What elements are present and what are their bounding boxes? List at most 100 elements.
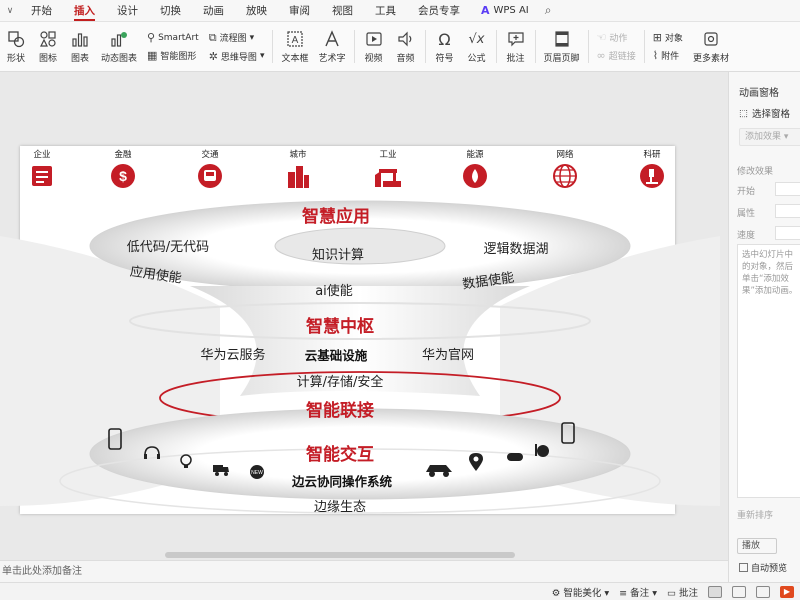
select-pane-label: 选择窗格 [751,109,790,120]
slide-canvas[interactable]: 企业 金融 $ 交通 城市 工业 能源 网络 科研 智慧应用 低代码/无代码 知… [0,72,728,560]
autopreview-checkbox[interactable]: 自动预览 [739,561,787,574]
notes-icon: ≡ [619,587,628,599]
chart-button[interactable]: 图表 [64,22,96,71]
audio-button[interactable]: 音频 [390,22,422,71]
tab-transition[interactable]: 切换 [149,0,192,22]
tab-design[interactable]: 设计 [106,0,149,22]
chevron-down-icon: ▾ [652,587,657,599]
tab-tools[interactable]: 工具 [364,0,407,22]
category-traffic: 交通 [197,148,223,189]
mindmap-button[interactable]: ✲ 思维导图 ▾ [209,50,265,63]
smartart-icon: ⚲ [147,31,156,44]
smartart-button[interactable]: ⚲ SmartArt [147,31,199,44]
chevron-down-icon[interactable]: ∨ [0,6,20,16]
mindmap-icon: ✲ [208,49,218,63]
smart-shape-button[interactable]: ▦ 智能图形 [147,49,199,62]
animation-hint: 选中幻灯片中的对象，然后单击“添加效果”添加动画。 [742,250,798,296]
action-button[interactable]: ☜ 动作 [597,31,636,44]
category-energy: 能源 [462,148,488,189]
header-footer-button[interactable]: 页眉页脚 [539,22,585,71]
wps-ai-button[interactable]: A WPS AI [471,4,539,17]
huawei-cloud-service-label: 华为云服务 [200,348,266,363]
symbol-label: 符号 [435,54,454,64]
attachment-label: 附件 [661,52,680,62]
category-city: 城市 [285,148,311,189]
slide[interactable]: 企业 金融 $ 交通 城市 工业 能源 网络 科研 智慧应用 低代码/无代码 知… [0,146,720,515]
flowchart-button[interactable]: ⧉ 流程图 ▾ [209,31,265,45]
tab-view[interactable]: 视图 [321,0,364,22]
formula-button[interactable]: √x 公式 [461,22,493,71]
search-icon[interactable]: ⌕ [539,3,558,18]
comment-toggle-button[interactable]: ▭ 批注 [667,585,698,599]
tab-home[interactable]: 开始 [20,0,63,22]
beautify-icon: ⚙ [551,587,561,599]
tab-slideshow[interactable]: 放映 [235,0,278,22]
horizontal-scrollbar[interactable] [165,552,515,558]
data-lake-label: 逻辑数据湖 [483,242,549,257]
ribbon-divider [272,30,274,63]
icon-button[interactable]: 图标 [32,22,64,71]
beautify-button[interactable]: ⚙ 智能美化 ▾ [552,585,609,599]
normal-view-icon[interactable] [708,585,722,598]
finance-icon: $ [111,164,135,188]
tab-member[interactable]: 会员专享 [407,0,471,22]
animation-list[interactable]: 选中幻灯片中的对象，然后单击“添加效果”添加动画。 [737,244,800,498]
video-button[interactable]: 视频 [358,22,390,71]
object-button[interactable]: ⊞ 对象 [653,31,683,44]
video-icon [363,29,385,49]
ribbon-divider [353,30,355,63]
select-pane-button[interactable]: ⬚ 选择窗格 [739,106,790,121]
symbol-button[interactable]: Ω 符号 [429,22,461,71]
energy-icon [463,164,487,188]
notes-area[interactable]: 单击此处添加备注 [0,560,728,582]
formula-icon: √x [468,31,485,47]
chevron-down-icon: ▾ [259,51,265,61]
speed-select[interactable] [775,226,800,240]
wps-ai-logo-icon: A [481,4,490,17]
property-select[interactable] [775,204,800,218]
svg-text:A: A [292,35,299,46]
shape-button[interactable]: 形状 [0,22,32,71]
action-label: 动作 [609,34,628,44]
animation-pane-title: 动画窗格 [739,88,779,99]
status-bar: ⚙ 智能美化 ▾ ≡ 备注 ▾ ▭ 批注 ▶ [0,582,800,600]
more-material-button[interactable]: 更多素材 [688,22,734,71]
reading-view-icon[interactable] [756,585,770,598]
tab-review[interactable]: 审阅 [278,0,321,22]
start-select[interactable] [775,182,800,196]
wordart-label: 艺术字 [318,54,346,64]
menu-bar: ∨ 开始 插入 设计 切换 动画 放映 审阅 视图 工具 会员专享 A WPS … [0,0,800,22]
reorder-label: 重新排序 [737,511,774,521]
dynamic-chart-button[interactable]: 动态图表 [96,22,142,71]
tab-insert[interactable]: 插入 [63,0,106,22]
layer3-title: 智能联接 [306,401,374,421]
lightbulb-icon [180,454,192,468]
shape-icon [5,29,27,49]
notes-toggle-button[interactable]: ≡ 备注 ▾ [619,585,657,599]
tablet-icon [561,422,575,444]
hyperlink-button[interactable]: ∞ 超链接 [597,49,636,62]
textbox-button[interactable]: A 文本框 [276,22,313,71]
tab-animation[interactable]: 动画 [192,0,235,22]
enterprise-icon [32,166,52,186]
header-footer-icon [551,29,573,49]
attachment-button[interactable]: ⌇ 附件 [653,49,683,62]
comment-button[interactable]: 批注 [500,22,532,71]
play-button[interactable]: 播放 [737,538,777,554]
category-research: 科研 [639,148,665,189]
dining-icon [535,444,549,457]
ribbon-divider [643,30,645,63]
layer4-title: 智能交互 [306,445,374,465]
beautify-label: 智能美化 [563,587,602,599]
icon-label: 图标 [38,54,57,64]
notes-toggle-label: 备注 [630,587,650,599]
sorter-view-icon[interactable] [732,585,746,598]
wordart-button[interactable]: 艺术字 [313,22,350,71]
more-material-icon [700,29,722,49]
speed-label: 速度 [737,231,756,241]
ai-enable-label: ai使能 [315,284,353,299]
add-effect-button[interactable]: 添加效果 ▾ [739,128,800,146]
play-icon[interactable]: ▶ [780,585,794,598]
layer2-title: 智慧中枢 [306,317,374,337]
category-network: 网络 [552,148,578,189]
